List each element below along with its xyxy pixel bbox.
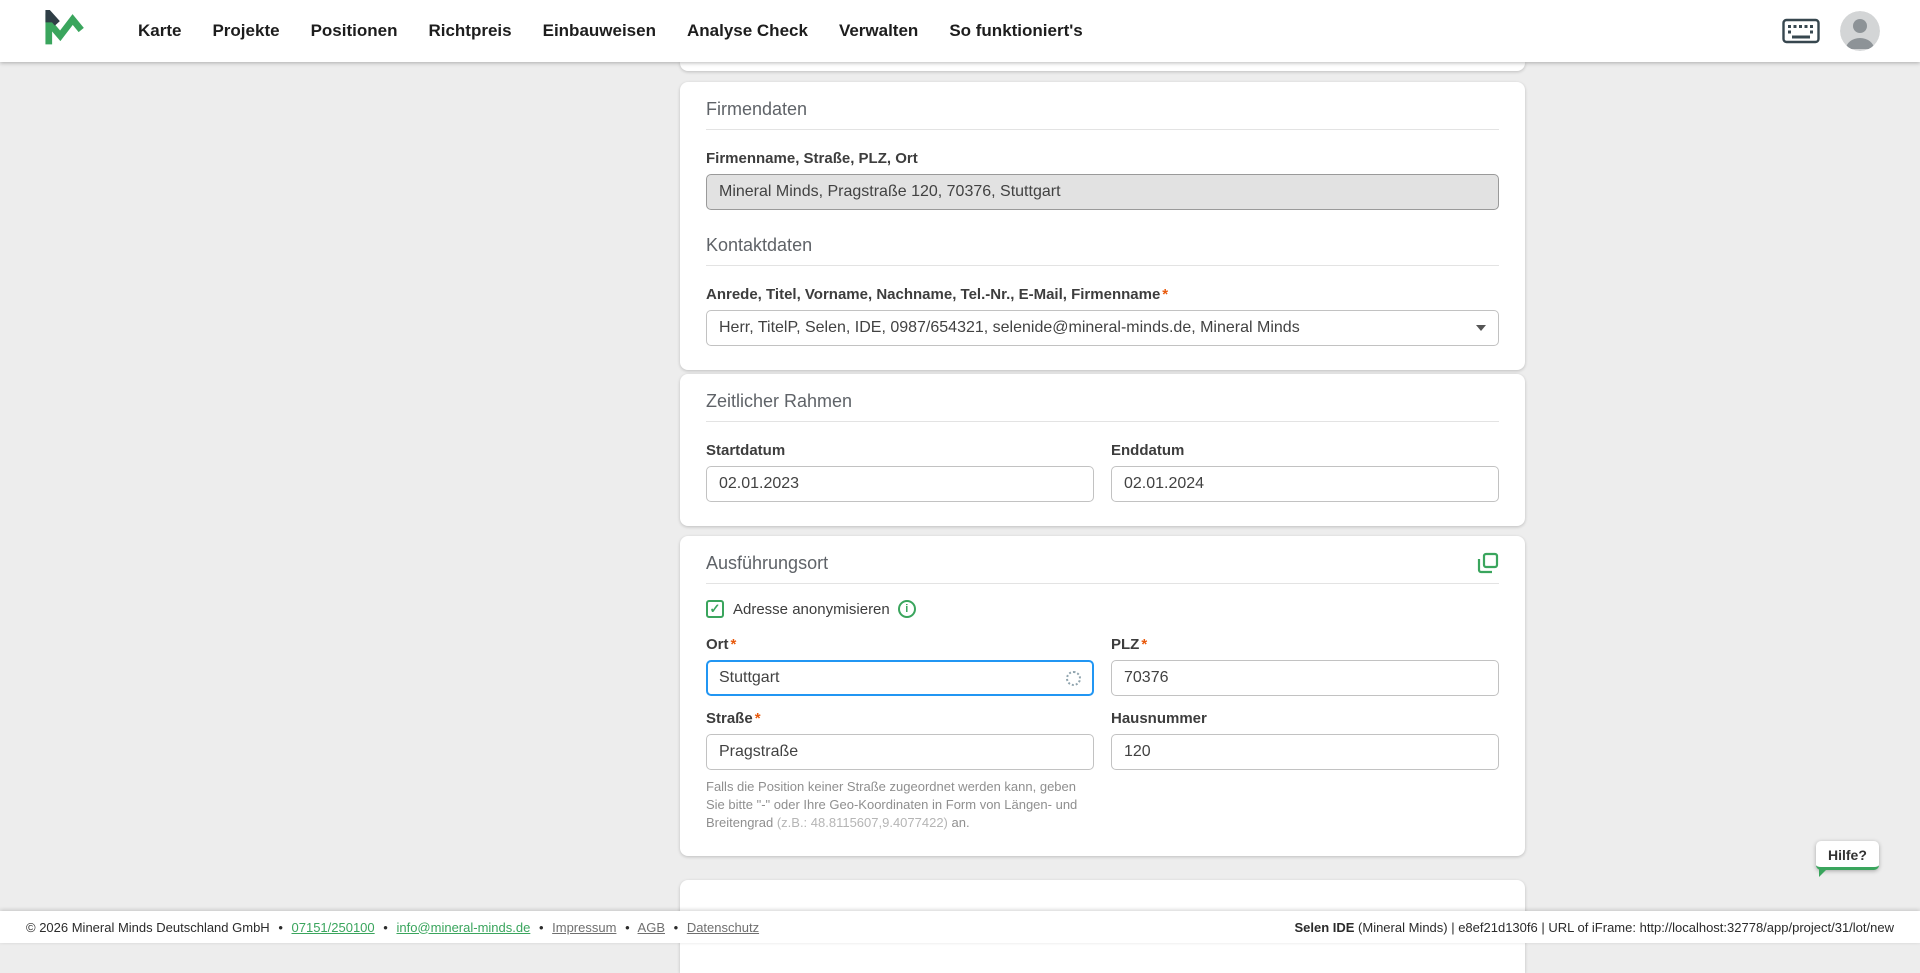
strasse-input[interactable]: Pragstraße bbox=[706, 734, 1094, 770]
zeitlicher-rahmen-card: Zeitlicher Rahmen Startdatum 02.01.2023 … bbox=[680, 374, 1525, 526]
kontakt-select[interactable]: Herr, TitelP, Selen, IDE, 0987/654321, s… bbox=[706, 310, 1499, 346]
firmendaten-title: Firmendaten bbox=[706, 98, 1499, 120]
footer-iframe-url: (Mineral Minds) | e8ef21d130f6 | URL of … bbox=[1354, 920, 1894, 935]
footer-email-link[interactable]: info@mineral-minds.de bbox=[396, 920, 530, 935]
enddatum-field: Enddatum 02.01.2024 bbox=[1111, 442, 1499, 502]
nav-item-positionen[interactable]: Positionen bbox=[311, 21, 398, 41]
firmenname-label: Firmenname, Straße, PLZ, Ort bbox=[706, 150, 1499, 168]
required-asterisk: * bbox=[731, 636, 737, 653]
kontakt-select-value: Herr, TitelP, Selen, IDE, 0987/654321, s… bbox=[719, 319, 1300, 337]
duplicate-icon[interactable] bbox=[1477, 552, 1499, 574]
ausfuehrungsort-title: Ausführungsort bbox=[706, 552, 828, 574]
nav-right-actions bbox=[1782, 11, 1880, 51]
plz-label-text: PLZ bbox=[1111, 636, 1139, 653]
kontakt-label-text: Anrede, Titel, Vorname, Nachname, Tel.-N… bbox=[706, 286, 1160, 303]
divider bbox=[706, 129, 1499, 130]
footer-phone-link[interactable]: 07151/250100 bbox=[292, 920, 375, 935]
nav-item-verwalten[interactable]: Verwalten bbox=[839, 21, 918, 41]
user-avatar-icon[interactable] bbox=[1840, 11, 1880, 51]
firmenname-input: Mineral Minds, Pragstraße 120, 70376, St… bbox=[706, 174, 1499, 210]
firmenname-label-text: Firmenname, Straße, PLZ, Ort bbox=[706, 150, 918, 167]
hint-example: (z.B.: 48.8115607,9.4077422) bbox=[777, 815, 948, 830]
footer-impressum-link[interactable]: Impressum bbox=[552, 920, 616, 935]
ort-input-value: Stuttgart bbox=[719, 669, 779, 687]
anonymisieren-label[interactable]: Adresse anonymisieren bbox=[733, 601, 890, 618]
kontaktdaten-title: Kontaktdaten bbox=[706, 234, 1499, 256]
startdatum-field: Startdatum 02.01.2023 bbox=[706, 442, 1094, 502]
firmendaten-card: Firmendaten Firmenname, Straße, PLZ, Ort… bbox=[680, 82, 1525, 370]
separator: • bbox=[383, 920, 388, 935]
strasse-label: Straße* bbox=[706, 710, 1094, 728]
hausnummer-label: Hausnummer bbox=[1111, 710, 1499, 728]
logo-icon bbox=[44, 10, 86, 52]
nav-item-analyse-check[interactable]: Analyse Check bbox=[687, 21, 808, 41]
hausnummer-input[interactable]: 120 bbox=[1111, 734, 1499, 770]
footer-copyright: © 2026 Mineral Minds Deutschland GmbH bbox=[26, 920, 270, 935]
help-button[interactable]: Hilfe? bbox=[1816, 841, 1879, 870]
footer-user-name: Selen IDE bbox=[1294, 920, 1354, 935]
mineral-minds-logo[interactable] bbox=[44, 10, 86, 52]
ort-input[interactable]: Stuttgart bbox=[706, 660, 1094, 696]
hausnummer-field: Hausnummer 120 bbox=[1111, 710, 1499, 832]
separator: • bbox=[539, 920, 544, 935]
hint-suffix: an. bbox=[948, 815, 970, 830]
strasse-hint: Falls die Position keiner Straße zugeord… bbox=[706, 778, 1094, 832]
plz-label: PLZ* bbox=[1111, 636, 1499, 654]
required-asterisk: * bbox=[1141, 636, 1147, 653]
zeitlicher-rahmen-title: Zeitlicher Rahmen bbox=[706, 390, 1499, 412]
main-nav: Karte Projekte Positionen Richtpreis Ein… bbox=[138, 21, 1083, 41]
nav-item-richtpreis[interactable]: Richtpreis bbox=[428, 21, 511, 41]
divider bbox=[706, 265, 1499, 266]
plz-field: PLZ* 70376 bbox=[1111, 636, 1499, 696]
card-partial-top bbox=[680, 62, 1525, 71]
startdatum-label: Startdatum bbox=[706, 442, 1094, 460]
startdatum-input[interactable]: 02.01.2023 bbox=[706, 466, 1094, 502]
divider bbox=[706, 421, 1499, 422]
footer: © 2026 Mineral Minds Deutschland GmbH • … bbox=[0, 911, 1920, 943]
caret-down-icon bbox=[1476, 325, 1486, 331]
kontakt-label: Anrede, Titel, Vorname, Nachname, Tel.-N… bbox=[706, 286, 1499, 304]
plz-input[interactable]: 70376 bbox=[1111, 660, 1499, 696]
separator: • bbox=[278, 920, 283, 935]
nav-item-so-funktionierts[interactable]: So funktioniert's bbox=[949, 21, 1082, 41]
ort-field: Ort* Stuttgart bbox=[706, 636, 1094, 696]
nav-item-karte[interactable]: Karte bbox=[138, 21, 181, 41]
info-icon[interactable]: i bbox=[898, 600, 916, 618]
strasse-label-text: Straße bbox=[706, 710, 753, 727]
anonymisieren-checkbox[interactable]: ✓ bbox=[706, 600, 724, 618]
required-asterisk: * bbox=[1162, 286, 1168, 303]
spinner-icon bbox=[1066, 671, 1081, 686]
footer-agb-link[interactable]: AGB bbox=[638, 920, 665, 935]
page-content: Firmendaten Firmenname, Straße, PLZ, Ort… bbox=[0, 62, 1920, 943]
footer-left: © 2026 Mineral Minds Deutschland GmbH • … bbox=[26, 920, 759, 935]
ausfuehrungsort-card: Ausführungsort ✓ Adresse anonymisieren i… bbox=[680, 536, 1525, 856]
anonymisieren-row: ✓ Adresse anonymisieren i bbox=[706, 600, 1499, 618]
required-asterisk: * bbox=[755, 710, 761, 727]
footer-datenschutz-link[interactable]: Datenschutz bbox=[687, 920, 759, 935]
ort-label: Ort* bbox=[706, 636, 1094, 654]
separator: • bbox=[625, 920, 630, 935]
keyboard-icon[interactable] bbox=[1782, 18, 1820, 44]
top-navigation: Karte Projekte Positionen Richtpreis Ein… bbox=[0, 0, 1920, 62]
divider bbox=[706, 583, 1499, 584]
nav-item-einbauweisen[interactable]: Einbauweisen bbox=[543, 21, 656, 41]
separator: • bbox=[674, 920, 679, 935]
nav-item-projekte[interactable]: Projekte bbox=[212, 21, 279, 41]
enddatum-label: Enddatum bbox=[1111, 442, 1499, 460]
strasse-field: Straße* Pragstraße Falls die Position ke… bbox=[706, 710, 1094, 832]
enddatum-input[interactable]: 02.01.2024 bbox=[1111, 466, 1499, 502]
ort-label-text: Ort bbox=[706, 636, 729, 653]
footer-debug-info: Selen IDE (Mineral Minds) | e8ef21d130f6… bbox=[1294, 920, 1894, 935]
